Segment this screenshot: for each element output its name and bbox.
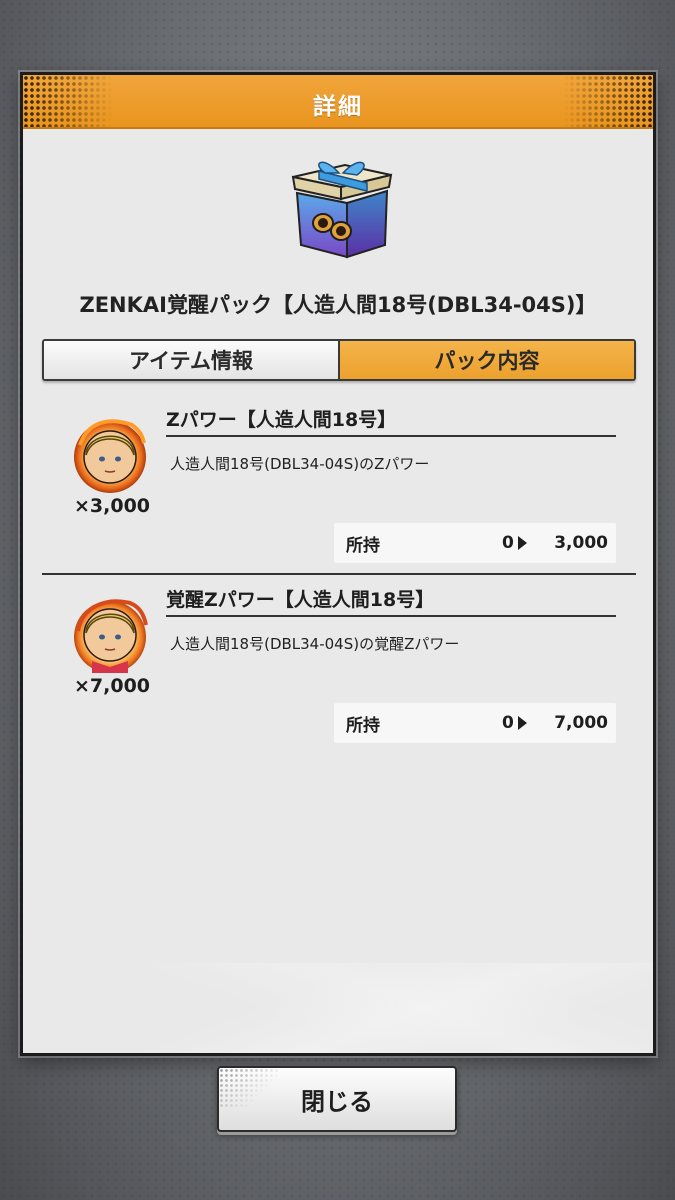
owned-count-panel: 所持 0 3,000 — [334, 523, 616, 563]
arrow-right-icon — [518, 536, 527, 550]
dialog-header: 詳細 — [23, 75, 653, 129]
reward-description: 人造人間18号(DBL34-04S)の覚醒Zパワー — [170, 635, 460, 653]
tab-pack-contents[interactable]: パック内容 — [340, 341, 634, 379]
reward-quantity: ×7,000 — [73, 675, 151, 697]
reward-title: Zパワー【人造人間18号】 — [166, 405, 616, 437]
reward-quantity: ×3,000 — [73, 495, 151, 517]
owned-label: 所持 — [346, 715, 380, 736]
character-avatar-icon — [74, 419, 146, 493]
button-halftone — [219, 1068, 279, 1108]
character-avatar-icon — [74, 599, 148, 673]
item-name: ZENKAI覚醒パック【人造人間18号(DBL34-04S)】 — [79, 293, 597, 317]
tab-bar: アイテム情報 パック内容 — [42, 339, 636, 381]
reward-description: 人造人間18号(DBL34-04S)のZパワー — [170, 455, 430, 473]
reward-title: 覚醒Zパワー【人造人間18号】 — [166, 585, 616, 617]
gift-box-icon — [291, 161, 393, 259]
owned-after: 3,000 — [554, 533, 608, 553]
tab-item-info[interactable]: アイテム情報 — [44, 341, 340, 379]
close-button-label: 閉じる — [301, 1087, 373, 1116]
dialog-title: 詳細 — [313, 94, 363, 120]
owned-after: 7,000 — [554, 713, 608, 733]
close-button[interactable]: 閉じる — [217, 1066, 457, 1132]
owned-count-panel: 所持 0 7,000 — [334, 703, 616, 743]
owned-label: 所持 — [346, 535, 380, 556]
owned-before: 0 — [502, 713, 514, 733]
owned-before: 0 — [502, 533, 514, 553]
reward-row: ×3,000 Zパワー【人造人間18号】 人造人間18号(DBL34-04S)の… — [42, 401, 636, 571]
detail-dialog: 詳細 ZENKAI覚醒パック【人造人間18号(DBL34-04S)】 アイテム情… — [20, 72, 656, 1056]
dialog-decoration — [23, 963, 653, 1053]
divider — [42, 573, 636, 575]
arrow-right-icon — [518, 716, 527, 730]
reward-row: ×7,000 覚醒Zパワー【人造人間18号】 人造人間18号(DBL34-04S… — [42, 581, 636, 751]
